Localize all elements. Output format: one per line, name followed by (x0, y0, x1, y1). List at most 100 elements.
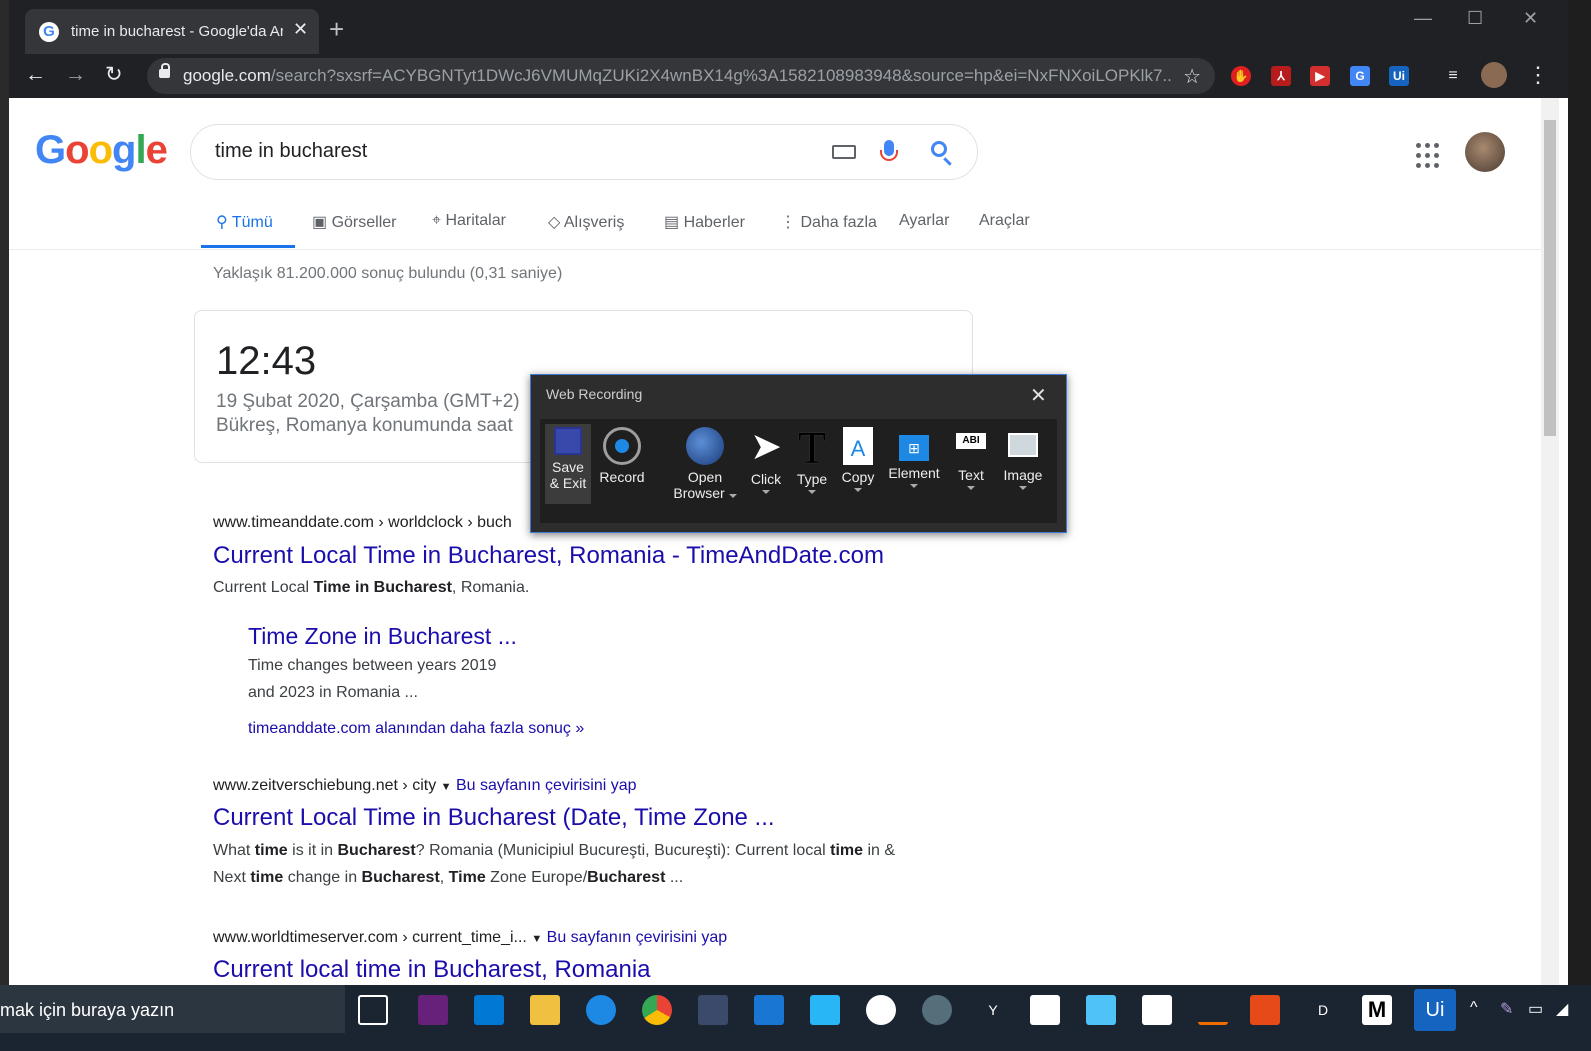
profile-avatar[interactable] (1481, 62, 1507, 88)
image-button[interactable]: Image (998, 427, 1048, 490)
pen-icon[interactable]: ✎ (1500, 999, 1513, 1019)
media-queue-icon[interactable]: ≡ (1443, 66, 1463, 86)
browser-tab[interactable]: G time in bucharest - Google'da Ara ✕ (25, 9, 319, 54)
result-1-title[interactable]: Current Local Time in Bucharest, Romania… (213, 542, 884, 570)
result-3-title[interactable]: Current local time in Bucharest, Romania (213, 956, 651, 984)
mindbooks-icon[interactable] (1142, 995, 1172, 1025)
k-app-icon[interactable] (754, 995, 784, 1025)
page-scrollbar[interactable] (1541, 98, 1559, 985)
back-button[interactable]: ← (25, 64, 46, 86)
network-icon[interactable]: ◢ (1556, 999, 1568, 1019)
chrome-taskbar-icon[interactable] (642, 995, 672, 1025)
uipath-robot-icon[interactable]: Ui (1414, 989, 1456, 1031)
browser-toolbar: G time in bucharest - Google'da Ara ✕ + … (9, 0, 1568, 98)
chrome-menu-icon[interactable]: ⋮ (1527, 62, 1549, 88)
account-avatar[interactable] (1465, 132, 1505, 172)
tab-more[interactable]: ⋮ Daha fazla (780, 212, 877, 232)
google-favicon-icon: G (39, 22, 59, 42)
y-app-icon[interactable]: Y (978, 995, 1008, 1025)
minimize-button[interactable]: — (1414, 8, 1432, 29)
shield-app-icon[interactable] (810, 995, 840, 1025)
scrollbar-thumb[interactable] (1544, 120, 1556, 436)
app-grid-icon[interactable] (698, 995, 728, 1025)
tab-maps[interactable]: ⌖ Haritalar (432, 212, 506, 230)
result-2-title[interactable]: Current Local Time in Bucharest (Date, T… (213, 804, 775, 832)
visual-studio-icon[interactable] (418, 995, 448, 1025)
navigation-bar: ← → ↻ google.com/search?sxsrf=ACYBGNTyt1… (9, 54, 1568, 98)
uipath-ext-icon[interactable]: Ui (1389, 66, 1409, 86)
click-button[interactable]: ➤ Click (746, 427, 786, 494)
tab-all[interactable]: ⚲ Tümü (216, 212, 273, 232)
microphone-icon[interactable] (880, 140, 898, 161)
taskbar-search-text: mak için buraya yazın (0, 1000, 175, 1020)
search-box[interactable]: time in bucharest (190, 124, 978, 180)
adblock-icon[interactable]: ✋ (1231, 66, 1251, 86)
google-results-page: Google time in bucharest ⚲ Tümü ▣ Görsel… (9, 98, 1568, 985)
forward-button[interactable]: → (65, 64, 86, 86)
google-logo[interactable]: Google (35, 128, 168, 173)
floppy-disk-icon (554, 427, 582, 455)
image-icon: ▣ (312, 214, 332, 231)
recorder-toolbar: Save & Exit Record Open Browser ➤ Click T … (540, 419, 1057, 523)
keyboard-icon[interactable] (832, 145, 856, 159)
translate-icon[interactable]: G (1350, 66, 1370, 86)
translate-link[interactable]: Bu sayfanın çevirisini yap (456, 777, 637, 794)
text-abc-icon: ABI (956, 433, 986, 449)
tray-chevron-icon[interactable]: ^ (1470, 999, 1478, 1017)
triangle-app-icon[interactable] (1198, 995, 1228, 1025)
copy-button[interactable]: A Copy (838, 427, 878, 492)
tab-close-icon[interactable]: ✕ (293, 19, 308, 40)
element-grid-icon: ⊞ (899, 435, 929, 461)
tab-images[interactable]: ▣ Görseller (312, 212, 396, 232)
app-circle-icon[interactable] (922, 995, 952, 1025)
reload-button[interactable]: ↻ (105, 64, 123, 86)
file-explorer-icon[interactable] (530, 995, 560, 1025)
taskbar-search[interactable]: mak için buraya yazın (0, 985, 345, 1033)
d-app-icon[interactable]: D (1308, 995, 1338, 1025)
task-view-icon[interactable] (358, 995, 388, 1025)
news-icon: ▤ (664, 214, 684, 231)
result-1-cite: www.timeanddate.com › worldclock › buch (213, 514, 512, 531)
open-browser-button[interactable]: Open Browser (672, 427, 738, 501)
more-results-link[interactable]: timeanddate.com alanından daha fazla son… (248, 720, 584, 738)
code-app-icon[interactable] (1030, 995, 1060, 1025)
text-button[interactable]: ABI Text (951, 427, 991, 490)
translate-link[interactable]: Bu sayfanın çevirisini yap (547, 929, 728, 946)
tab-settings[interactable]: Ayarlar (899, 212, 949, 230)
vscode-icon[interactable] (474, 995, 504, 1025)
result-2-snippet: What time is it in Bucharest? Romania (M… (213, 842, 896, 886)
search-icon[interactable] (931, 141, 947, 157)
lock-icon (159, 63, 170, 78)
uipath-studio-icon[interactable] (1250, 995, 1280, 1025)
maximize-button[interactable]: ☐ (1467, 8, 1483, 29)
medium-icon[interactable]: M (1362, 995, 1392, 1025)
result-stats: Yaklaşık 81.200.000 sonuç bulundu (0,31 … (213, 265, 563, 282)
close-window-button[interactable]: ✕ (1523, 8, 1538, 29)
pdf-icon[interactable]: ⅄ (1271, 66, 1291, 86)
tab-title: time in bucharest - Google'da Ara (71, 23, 283, 40)
save-exit-button[interactable]: Save & Exit (545, 424, 591, 504)
sitelink-title[interactable]: Time Zone in Bucharest ... (248, 623, 517, 650)
dialog-close-button[interactable]: ✕ (1030, 383, 1047, 408)
tab-tools[interactable]: Araçlar (979, 212, 1030, 230)
address-bar[interactable]: google.com/search?sxsrf=ACYBGNTyt1DWcJ6V… (147, 58, 1215, 94)
cursor-arrow-icon: ➤ (750, 426, 782, 468)
edge-icon[interactable] (586, 995, 616, 1025)
bookmark-star-icon[interactable]: ☆ (1183, 64, 1201, 89)
red-ext-icon[interactable]: ▶ (1310, 66, 1330, 86)
url-path: /search?sxsrf=ACYBGNTyt1DWcJ6VMUMqZUKi2X… (270, 66, 1173, 85)
dropdown-arrow-icon: ▼ (440, 781, 452, 793)
element-button[interactable]: ⊞ Element (884, 427, 944, 488)
url-text[interactable]: google.com/search?sxsrf=ACYBGNTyt1DWcJ6V… (183, 66, 1173, 86)
tab-shopping[interactable]: ◇ Alışveriş (548, 212, 624, 232)
apps-grid-icon[interactable] (1416, 143, 1439, 168)
learn-english-icon[interactable] (1086, 995, 1116, 1025)
browser-window: G time in bucharest - Google'da Ara ✕ + … (9, 0, 1568, 985)
type-button[interactable]: T Type (792, 425, 832, 494)
search-input[interactable]: time in bucharest (215, 140, 367, 163)
more-vert-icon: ⋮ (780, 214, 801, 231)
tab-news[interactable]: ▤ Haberler (664, 212, 745, 232)
new-tab-button[interactable]: + (329, 16, 344, 42)
record-button[interactable]: Record (598, 427, 646, 485)
github-icon[interactable] (866, 995, 896, 1025)
